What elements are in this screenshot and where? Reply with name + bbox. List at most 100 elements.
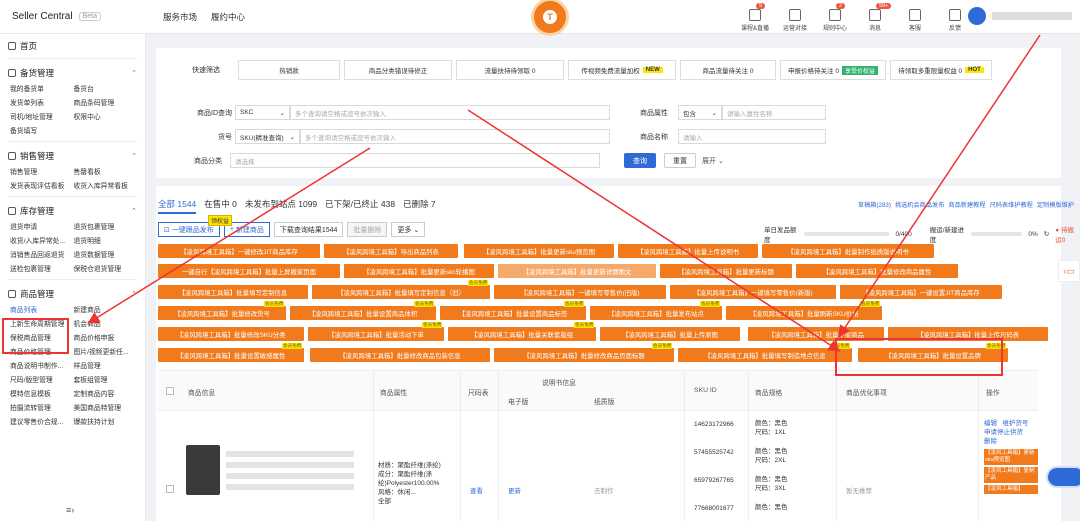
sidebar-item[interactable]: 退货包裹管理 [74,221,138,231]
quick-filter-5[interactable]: 申报价格待关注 0 享受价权益 [780,60,886,80]
toolbox-button-28[interactable]: 【凌风跨境工具箱】批量修改商品页面标题 [494,348,674,362]
toolbox-button-23[interactable]: 【凌风跨境工具箱】批量上传原图 [600,327,740,341]
more-button[interactable]: 更多 ⌄ [391,222,426,237]
attr-input[interactable]: 请输入属性名称 [722,105,826,120]
tab-3[interactable]: 已下架/已终止 438 [325,198,395,214]
toolbox-button-17[interactable]: 【凌风跨境工具箱】批量设置商品标签 [440,306,586,320]
sidebar-item[interactable]: 定制商品内容 [74,388,138,398]
sidebar-item[interactable]: 美国商品特管理 [74,402,138,412]
sidebar-item[interactable]: 模特信息模板 [10,388,74,398]
toolbox-button-5[interactable]: 一键自行【凌风跨境工具箱】批量上屏搬家页面 [158,264,340,278]
id-type-select[interactable]: SKC ⌄ [235,105,290,120]
sidebar-item[interactable]: 爆款扶持计划 [74,416,138,426]
code-query-input[interactable]: 多个查询请空格或逗号依次输入 [300,129,610,144]
maintain-code-link[interactable]: 维护货号 [1002,420,1028,427]
toolbox-button-18[interactable]: 【凌风跨境工具箱】批量发布站点 [590,306,722,320]
sidebar-item[interactable]: 图片/视频更新任... [74,346,138,356]
course-icon[interactable]: 9 课程&直播 [740,3,770,32]
toolbox-button-0[interactable]: 【凌风跨境工具箱】一键修改JIT商品库存 [158,244,320,258]
sidebar-item[interactable]: 退货明细 [74,235,138,245]
sidebar-item[interactable]: 商品价格申报 [74,332,138,342]
toolbox-button-8[interactable]: 【凌风跨境工具箱】批量更新标题 [660,264,792,278]
view-size-chart-link[interactable]: 查看 [470,485,483,495]
toolbox-button-22[interactable]: 【凌风跨境工具箱】批量关联套版组 [448,327,596,341]
sidebar-item[interactable]: 收货/入库异常处... [10,235,74,245]
toolbox-button-4[interactable]: 【凌风跨境工具箱】批量制作纸质版说明书 [762,244,934,258]
toolbox-button-26[interactable]: 【凌风跨境工具箱】批量设置敏感属性 [158,348,304,362]
toolbox-button-27[interactable]: 【凌风跨境工具箱】批量修改商品包装信息 [310,348,490,362]
sidebar-item[interactable]: 备货台 [74,83,138,93]
feedback-icon[interactable]: 反馈 [940,3,970,32]
sidebar-item[interactable]: 退货申请 [10,221,74,231]
collapse-sidebar-icon[interactable]: ≡› [66,505,74,515]
row-checkbox[interactable] [166,485,174,493]
sidebar-item[interactable]: 权限中心 [74,111,138,121]
sidebar-item[interactable]: 样品管理 [74,360,138,370]
sidebar-item[interactable]: 新建商品 [74,304,138,314]
toolbox-copy-product-button[interactable]: 【凌风工具箱】复制产品 [984,467,1038,483]
toolbox-logo-icon[interactable]: T [531,0,569,36]
toolbox-button-19[interactable]: 【凌风跨境工具箱】批量刷新SKU价格 [726,306,882,320]
quick-filter-1[interactable]: 商品分类错误待修正 [344,60,452,80]
sidebar-item[interactable]: 套板组管理 [74,374,138,384]
toolbox-update-sku-button[interactable]: 【凌风工具箱】更新sku预览图 [984,449,1038,465]
tab-link-1[interactable]: 挑选机会商品发布 [895,200,945,209]
toolbox-button-29[interactable]: 【凌风跨境工具箱】批量填写制造地点信息 [678,348,852,362]
sidebar-item[interactable]: 尺码/版型管理 [10,374,74,384]
batch-delete-button[interactable]: 批量删除 [347,222,388,237]
toolbox-button-2[interactable]: 【凌风跨境工具箱】批量更新sku预览图 [464,244,614,258]
toolbox-button-14[interactable]: 【凌风跨境工具箱】一键设置JIT商品库存 [840,285,1002,299]
tab-link-2[interactable]: 商品新建教程 [948,200,985,209]
toolbox-button-3[interactable]: 【凌风跨境工具箱】批量上传说明书 [618,244,758,258]
toolbox-button-9[interactable]: 【凌风跨境工具箱】批量修改商品属性 [796,264,958,278]
reset-button[interactable]: 重置 [664,153,696,168]
quick-filter-2[interactable]: 流量扶持待领取 0 [456,60,564,80]
code-type-select[interactable]: SKU(精准查询) ⌄ [235,129,300,144]
toolbox-button-24[interactable]: 【凌风跨境工具箱】批量下架商品 [748,327,884,341]
sidebar-section-1[interactable]: 销售管理 ⌃ [8,146,137,166]
sidebar-item[interactable]: 销售管理 [10,166,74,176]
toolbox-button-25[interactable]: 【凌风跨境工具箱】批量上传尺码表 [888,327,1048,341]
sidebar-section-2[interactable]: 库存管理 ⌃ [8,201,137,221]
sidebar-section-0[interactable]: 备货管理 ⌃ [8,63,137,83]
message-icon[interactable]: 99+ 消息 [860,3,892,32]
toolbox-button-16[interactable]: 【凌风跨境工具箱】批量设置商品体积 [290,306,436,320]
toolbox-button-1[interactable]: 【凌风跨境工具箱】导出商品列表 [324,244,458,258]
sidebar-item[interactable]: 收货入库异常看板 [74,180,138,190]
toolbox-button-30[interactable]: 【凌风跨境工具箱】批量设置品牌 [858,348,1008,362]
sidebar-section-3[interactable]: 商品管理 ⌃ [8,284,137,304]
sidebar-item[interactable]: 建议零售价合规... [10,416,74,426]
query-button[interactable]: 查询 [624,153,656,168]
tab-link-4[interactable]: 定制模版维护 [1037,200,1074,209]
side-chat-icon[interactable]: ‹▭ [1058,260,1080,282]
avatar[interactable] [968,7,986,25]
sidebar-item[interactable]: 保税仓退货管理 [74,263,138,273]
sidebar-item[interactable]: 拍摄流转管理 [10,402,74,412]
attr-mode-select[interactable]: 包含 ⌄ [678,105,722,120]
toolbox-button-15[interactable]: 【凌风跨境工具箱】批量修改货号 [158,306,286,320]
tab-2[interactable]: 未发布到站点 1099 [245,198,317,214]
sidebar-item[interactable]: 商品说明书制作... [10,360,74,370]
toolbox-button-13[interactable]: 【凌风跨境工具箱】一键填写零售价(新版) [670,285,836,299]
sidebar-item[interactable]: 商品条码管理 [74,97,138,107]
toolbox-button-7[interactable]: 【凌风跨境工具箱】批量更新详情图文 [498,264,656,278]
toolbox-button-21[interactable]: 【凌风跨境工具箱】批量活动下单 [308,327,444,341]
sidebar-item[interactable]: 司机/地址管理 [10,111,74,121]
toolbox-more-button[interactable]: 【凌风工具箱】 [984,485,1038,494]
nav-fulfillment[interactable]: 履约中心 [211,11,245,23]
expand-toggle[interactable]: 展开 ⌄ [702,156,724,166]
sidebar-item[interactable]: 退货数据管理 [74,249,138,259]
edit-link[interactable]: 编辑 [984,420,997,427]
id-query-input[interactable]: 多个查询请空格或逗号依次输入 [290,105,610,120]
sidebar-item[interactable]: 发货单列表 [10,97,74,107]
toolbox-button-10[interactable]: 【凌风跨境工具箱】批量填写定制信息 [158,285,308,299]
sidebar-item[interactable]: 消销售品回返退货 [10,249,74,259]
sidebar-item[interactable]: 机会商品 [74,318,138,328]
tab-0[interactable]: 全部 1544 [158,198,197,214]
refresh-icon[interactable]: ↻ [1044,230,1049,238]
sidebar-item[interactable]: 发货表现评估看板 [10,180,74,190]
category-select[interactable]: 请选择 [230,153,600,168]
quick-filter-4[interactable]: 商品流量待关注 0 [680,60,776,80]
sidebar-item[interactable]: 我的备货单 [10,83,74,93]
update-ebook-link[interactable]: 更新 [508,485,521,495]
